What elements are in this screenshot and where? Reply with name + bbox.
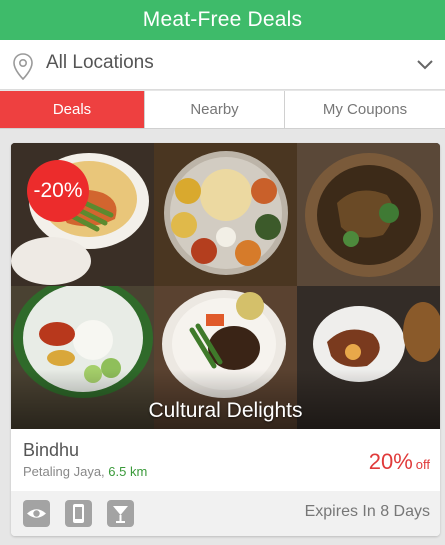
deal-card[interactable]: Cultural Delights -20% Bindhu Petaling J… (11, 143, 440, 536)
merchant-area: Petaling Jaya, (23, 464, 105, 479)
tab-nearby[interactable]: Nearby (145, 91, 285, 128)
tab-bar: Deals Nearby My Coupons (0, 91, 445, 129)
phone-icon (65, 500, 92, 527)
food-photo (11, 143, 154, 286)
merchant-location: Petaling Jaya, 6.5 km (23, 464, 147, 479)
collection-title: Cultural Delights (148, 399, 303, 422)
app-title: Meat-Free Deals (142, 8, 303, 31)
deal-info: Bindhu Petaling Jaya, 6.5 km 20% off (11, 429, 440, 491)
tab-my-coupons[interactable]: My Coupons (285, 91, 445, 128)
discount-value: 20% (368, 449, 413, 474)
merchant-name: Bindhu (23, 440, 80, 460)
chevron-down-icon[interactable] (417, 60, 433, 70)
location-label: All Locations (46, 52, 154, 73)
location-pin-icon (13, 53, 33, 81)
top-bar: Meat-Free Deals (0, 0, 445, 40)
merchant-distance: 6.5 km (108, 464, 148, 479)
location-selector[interactable]: All Locations (0, 40, 445, 90)
food-photo (154, 143, 297, 286)
cocktail-icon (107, 500, 134, 527)
deal-photo-collage[interactable]: Cultural Delights -20% (11, 143, 440, 429)
expiry-text: Expires In 8 Days (304, 503, 430, 520)
tab-deals[interactable]: Deals (0, 91, 145, 128)
discount-suffix: off (415, 457, 430, 472)
eye-icon (23, 500, 50, 527)
food-photo (297, 143, 440, 286)
discount-badge: -20% (27, 160, 89, 222)
deal-footer: Expires In 8 Days (11, 491, 440, 536)
discount-label: 20% off (369, 449, 430, 475)
